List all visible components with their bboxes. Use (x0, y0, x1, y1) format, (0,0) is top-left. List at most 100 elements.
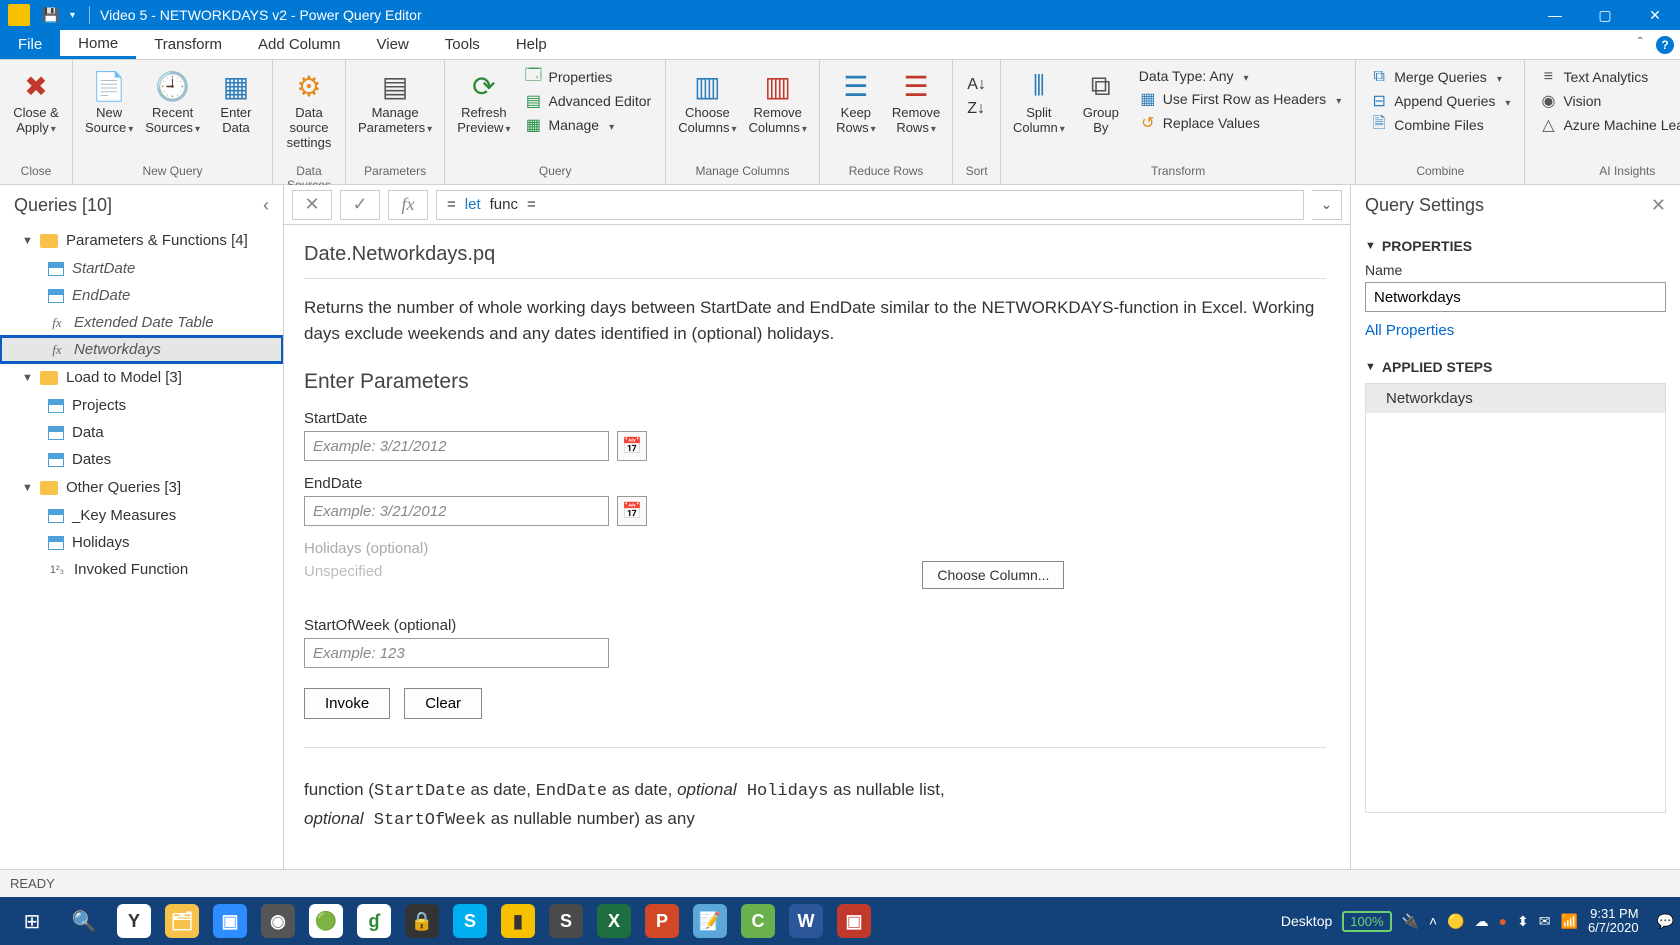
refresh-preview-button[interactable]: ⟳Refresh Preview (451, 64, 516, 140)
choose-columns-button[interactable]: ▥Choose Columns (672, 64, 742, 140)
vision-button[interactable]: ◉Vision (1535, 90, 1680, 112)
tray-cloud-icon[interactable]: ☁ (1475, 913, 1489, 930)
taskbar-app-powerpoint[interactable]: P (640, 901, 684, 941)
close-window-button[interactable]: ✕ (1630, 0, 1680, 30)
text-analytics-button[interactable]: ≡Text Analytics (1535, 66, 1680, 88)
help-icon[interactable]: ? (1656, 36, 1674, 54)
query-extended-date-table[interactable]: fxExtended Date Table (0, 309, 283, 336)
tab-tools[interactable]: Tools (427, 30, 498, 59)
startofweek-input[interactable] (304, 638, 609, 668)
sort-desc-button[interactable]: Z↓ (963, 98, 990, 120)
tray-chevron-icon[interactable]: ˄ (1429, 913, 1437, 929)
taskbar-app-word[interactable]: W (784, 901, 828, 941)
taskbar-app-camtasia[interactable]: C (736, 901, 780, 941)
tray-wifi-icon[interactable]: 📶 (1561, 913, 1578, 930)
query-projects[interactable]: Projects (0, 392, 283, 419)
startdate-input[interactable] (304, 431, 609, 461)
advanced-editor-button[interactable]: ▤Advanced Editor (520, 90, 655, 112)
notifications-icon[interactable]: 💬 (1657, 913, 1674, 930)
query-startdate[interactable]: StartDate (0, 255, 283, 282)
taskbar-app-disc[interactable]: ◉ (256, 901, 300, 941)
enddate-calendar-button[interactable]: 📅 (617, 496, 647, 526)
recent-sources-button[interactable]: 🕘Recent Sources (139, 64, 206, 140)
search-button[interactable]: 🔍 (60, 901, 108, 941)
taskbar-app-notepad[interactable]: 📝 (688, 901, 732, 941)
query-key-measures[interactable]: _Key Measures (0, 502, 283, 529)
content-scroll[interactable]: Date.Networkdays.pq Returns the number o… (284, 225, 1350, 869)
data-source-settings-button[interactable]: ⚙Data source settings (279, 64, 339, 155)
properties-button[interactable]: 🗔Properties (520, 66, 655, 88)
qat-dropdown-icon[interactable]: ▾ (70, 10, 75, 21)
close-settings-button[interactable]: ✕ (1651, 195, 1666, 216)
tab-home[interactable]: Home (60, 30, 136, 59)
query-networkdays[interactable]: fxNetworkdays (0, 336, 283, 363)
choose-column-button[interactable]: Choose Column... (922, 561, 1064, 589)
query-enddate[interactable]: EndDate (0, 282, 283, 309)
tray-mail-icon[interactable]: ✉ (1539, 913, 1551, 930)
keep-rows-button[interactable]: ☰Keep Rows (826, 64, 886, 140)
taskbar-app-dragon[interactable]: ɠ (352, 901, 396, 941)
invoke-button[interactable]: Invoke (304, 688, 390, 719)
new-source-button[interactable]: 📄New Source (79, 64, 139, 140)
close-apply-button[interactable]: ✖ Close & Apply (6, 64, 66, 140)
tray-usb-icon[interactable]: ⬍ (1517, 913, 1529, 930)
taskbar-app-zoom[interactable]: ▣ (208, 901, 252, 941)
taskbar-app-skype[interactable]: S (448, 901, 492, 941)
query-dates[interactable]: Dates (0, 446, 283, 473)
first-row-headers-button[interactable]: ▦Use First Row as Headers (1135, 88, 1345, 110)
enddate-input[interactable] (304, 496, 609, 526)
startdate-calendar-button[interactable]: 📅 (617, 431, 647, 461)
tray-weather-icon[interactable]: 🟡 (1447, 913, 1464, 930)
collapse-queries-icon[interactable]: ‹ (263, 195, 269, 216)
query-invoked-function[interactable]: 1²₃Invoked Function (0, 556, 283, 583)
applied-steps-section[interactable]: ▼APPLIED STEPS (1365, 359, 1666, 375)
query-data[interactable]: Data (0, 419, 283, 446)
tab-transform[interactable]: Transform (136, 30, 240, 59)
queries-tree[interactable]: ▼Parameters & Functions [4] StartDate En… (0, 226, 283, 869)
manage-query-button[interactable]: ▦Manage (520, 114, 655, 136)
sort-asc-button[interactable]: A↓ (963, 74, 990, 96)
folder-parameters-functions[interactable]: ▼Parameters & Functions [4] (0, 226, 283, 255)
expand-formula-button[interactable]: ⌄ (1312, 190, 1342, 220)
azure-ml-button[interactable]: △Azure Machine Learning (1535, 114, 1680, 136)
applied-step[interactable]: Networkdays (1366, 384, 1665, 413)
taskbar-app-powerbi[interactable]: ▮ (496, 901, 540, 941)
tab-help[interactable]: Help (498, 30, 565, 59)
commit-formula-button[interactable] (340, 190, 380, 220)
start-button[interactable]: ⊞ (8, 901, 56, 941)
folder-other-queries[interactable]: ▼Other Queries [3] (0, 473, 283, 502)
query-name-input[interactable] (1365, 282, 1666, 312)
collapse-ribbon-icon[interactable]: ＾ (1632, 33, 1648, 57)
manage-parameters-button[interactable]: ▤Manage Parameters (352, 64, 438, 140)
taskbar-app-yandex[interactable]: Y (112, 901, 156, 941)
tray-mic-icon[interactable]: ● (1499, 913, 1507, 929)
properties-section[interactable]: ▼PROPERTIES (1365, 238, 1666, 254)
taskbar-app-red[interactable]: ▣ (832, 901, 876, 941)
power-icon[interactable]: 🔌 (1402, 913, 1419, 930)
clock[interactable]: 9:31 PM 6/7/2020 (1588, 907, 1647, 936)
save-icon[interactable]: 💾 (42, 6, 60, 24)
cancel-formula-button[interactable] (292, 190, 332, 220)
remove-columns-button[interactable]: ▥Remove Columns (743, 64, 813, 140)
all-properties-link[interactable]: All Properties (1365, 322, 1454, 339)
clear-button[interactable]: Clear (404, 688, 482, 719)
data-type-button[interactable]: Data Type: Any (1135, 66, 1345, 86)
file-tab[interactable]: File (0, 30, 60, 59)
taskbar-app-excel[interactable]: X (592, 901, 636, 941)
maximize-button[interactable]: ▢ (1580, 0, 1630, 30)
battery-indicator[interactable]: 100% (1342, 911, 1391, 932)
taskbar-app-snagit[interactable]: S (544, 901, 588, 941)
remove-rows-button[interactable]: ☰Remove Rows (886, 64, 946, 140)
replace-values-button[interactable]: ↺Replace Values (1135, 112, 1345, 134)
taskbar-app-lock[interactable]: 🔒 (400, 901, 444, 941)
append-queries-button[interactable]: ⊟Append Queries (1366, 90, 1514, 112)
taskbar-app-explorer[interactable]: 🗂 (160, 901, 204, 941)
minimize-button[interactable]: — (1530, 0, 1580, 30)
tab-add-column[interactable]: Add Column (240, 30, 359, 59)
combine-files-button[interactable]: 🗎Combine Files (1366, 114, 1514, 136)
formula-input[interactable]: = let func = (436, 190, 1304, 220)
tab-view[interactable]: View (359, 30, 427, 59)
split-column-button[interactable]: ⫴Split Column (1007, 64, 1071, 140)
query-holidays[interactable]: Holidays (0, 529, 283, 556)
desktop-label[interactable]: Desktop (1281, 913, 1332, 929)
